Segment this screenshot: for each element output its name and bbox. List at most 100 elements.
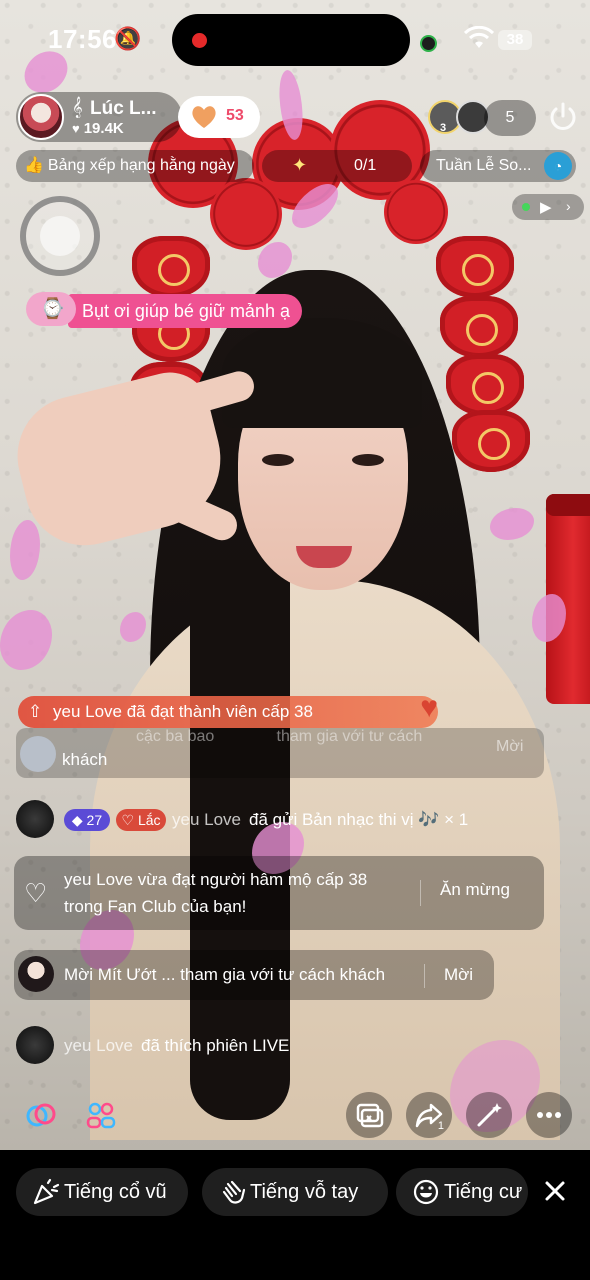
party-popper-icon [33,1178,60,1205]
level-badge: ◆ 27 [64,809,110,831]
pin-sticker-icon [26,292,76,326]
divider [420,880,421,906]
streamer-bangs [222,318,422,428]
petal-effect [490,508,534,540]
sound-chip-label: Tiếng cổ vũ [64,1181,167,1203]
host-likes: ♥ 19.4K [72,120,124,137]
faded-text-tail: khách [62,750,108,769]
streamer-eye [262,454,294,466]
invite-button[interactable]: Mời [444,965,473,985]
guest-avatar[interactable] [18,956,54,992]
petal-effect [120,612,146,642]
thumbs-up-icon: 👍 [24,157,44,174]
sound-chip-laugh[interactable]: Tiếng cư [396,1168,528,1216]
divider [424,964,425,988]
gift-comment-text: yeu Love đã gửi Bản nhạc thi vị 🎶 × 1 [172,810,469,829]
goal-progress-text: 0/1 [354,157,377,174]
bell-muted-icon: 🔕 [114,26,142,51]
mic-request-icon[interactable] [346,1092,392,1138]
comment-user: yeu Love [172,810,241,829]
recording-dot-icon [192,33,207,48]
host-name: Lúc L... [90,98,157,119]
power-icon[interactable] [546,100,580,134]
red-fan-decoration [384,180,448,244]
weekly-badge-icon: ◔ [544,152,572,180]
host-profile[interactable]: 𝄞 Lúc L... ♥ 19.4K [16,92,182,142]
streamer-eye [352,454,384,466]
comment-user: yeu Love [52,702,122,721]
sound-chip-cheer[interactable]: Tiếng cổ vũ [16,1168,188,1216]
status-bar: 17:56 🔕 38 [0,0,590,80]
celebrate-button[interactable]: Ăn mừng [440,880,510,900]
fan-club-message: yeu Love vừa đạt người hâm mộ cấp 38 tro… [64,870,368,916]
avatar [20,736,56,772]
lantern-decoration [440,296,518,358]
lantern-decoration [132,236,210,298]
like-comment: yeu Love đã thích phiên LIVE [16,1024,416,1066]
clap-icon [222,1180,246,1204]
sound-chip-label: Tiếng cư [444,1181,523,1203]
daily-ranking-label: Bảng xếp hạng hằng ngày [47,157,235,174]
lantern-decoration [452,410,530,472]
play-icon: ▶ [540,199,552,216]
heart-icon [192,106,216,128]
faded-invite-action: Mời [496,738,524,755]
fan-club-badge: ♡ Lắc [116,809,166,831]
mini-player[interactable]: ▶ › [512,194,584,220]
red-fan-decoration [210,178,282,250]
magic-wand-icon[interactable] [466,1092,512,1138]
commenter-avatar[interactable] [16,800,54,838]
live-dot-icon [522,203,530,211]
follow-count: 53 [226,107,244,124]
arrow-up-icon: ⇧ [28,702,43,721]
wifi-icon [464,26,494,48]
heart-outline-icon: ♡ [24,878,48,908]
comment-user: yeu Love [64,1036,133,1055]
heart-icon: ♥ [72,121,80,136]
more-icon[interactable] [526,1092,572,1138]
battery-icon: 38 [498,30,532,50]
share-icon[interactable]: 1 [406,1092,452,1138]
like-comment-text: yeu Love đã thích phiên LIVE [64,1036,290,1055]
sound-effect-bar: Tiếng cổ vũ Tiếng vỗ tay Tiếng cư [0,1150,590,1280]
pinned-message-text: Bụt ơi giúp bé giữ mảnh ạ [68,294,302,328]
follow-button[interactable]: 53 [178,96,260,138]
close-icon[interactable] [544,1180,566,1202]
goal-progress[interactable]: ✦ 0/1 [262,150,412,182]
level-up-banner: ⇧ yeu Love đã đạt thành viên cấp 38 ♥ [18,692,438,728]
dynamic-island [172,14,410,66]
host-avatar[interactable] [18,94,64,140]
gift-comment: ◆ 27 ♡ Lắc yeu Love đã gửi Bản nhạc thi v… [16,800,576,840]
link-icon[interactable] [18,1092,64,1138]
guest-invite-text: Mời Mít Ướt ... tham gia với tư cách khá… [64,965,386,984]
level-up-text: đã đạt thành viên cấp 38 [126,702,313,721]
top-viewers[interactable]: 3 [428,98,490,138]
petal-effect [0,610,52,670]
weekly-ranking-label: Tuần Lễ So... [436,157,532,174]
sparkle-icon: ✦ [292,155,308,175]
event-widget[interactable] [20,196,100,276]
share-count: 1 [437,1120,444,1132]
fan-club-card: ♡ yeu Love vừa đạt người hâm mộ cấp 38 t… [14,856,544,930]
petal-effect [10,520,40,580]
heart-badge-icon: ♥ [420,691,438,724]
faded-text: cậc ba bao tham gia với tư cách [136,728,423,745]
clock: 17:56 [48,24,117,54]
guest-invite-card: Mời Mít Ướt ... tham gia với tư cách khá… [14,950,494,1000]
daily-ranking[interactable]: 👍 Bảng xếp hạng hằng ngày [16,150,254,182]
commenter-avatar[interactable] [16,1026,54,1064]
host-likes-count: 19.4K [83,120,124,137]
lantern-decoration [446,354,524,416]
lantern-decoration [436,236,514,298]
sound-chip-label: Tiếng vỗ tay [250,1181,359,1203]
viewer-count[interactable]: 5 [484,100,536,136]
sound-chip-clap[interactable]: Tiếng vỗ tay [202,1168,388,1216]
chevron-right-icon: › [566,198,571,214]
music-note-icon: 𝄞 [72,97,83,117]
camera-indicator-icon [420,35,437,52]
viewer-rank-badge: 3 [440,122,447,134]
guests-icon[interactable] [78,1092,124,1138]
weekly-ranking[interactable]: Tuần Lễ So... ◔ [420,150,576,182]
smile-icon [413,1179,439,1205]
faded-invite-row: cậc ba bao tham gia với tư cách Mời khác… [16,728,544,778]
